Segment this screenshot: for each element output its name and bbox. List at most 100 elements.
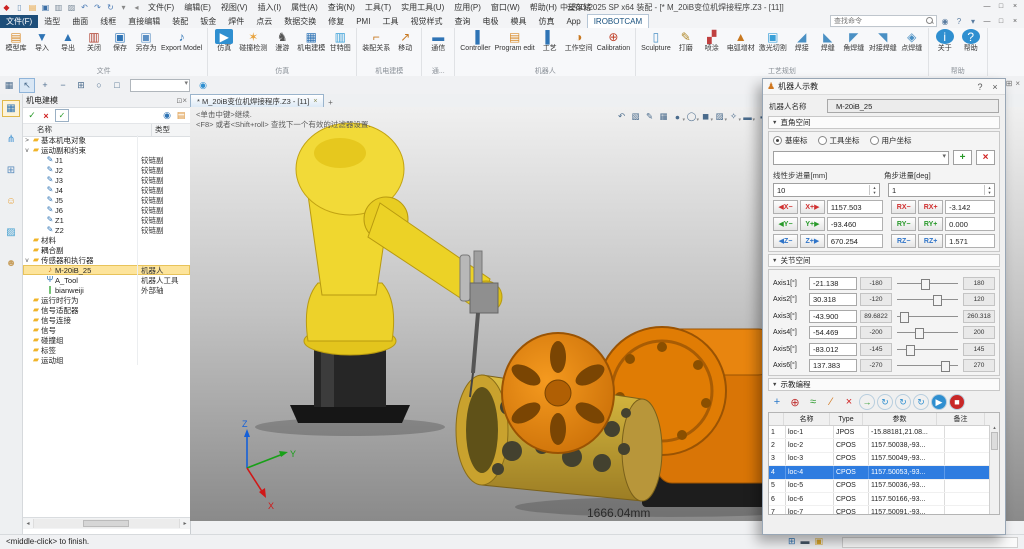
ribbon-tab[interactable]: 仿真 — [532, 15, 560, 28]
save-icon[interactable]: ▣ — [40, 2, 51, 13]
ribbon-button[interactable]: ◑ 工作空间 — [563, 29, 595, 53]
jog-minus-button[interactable]: ◀Y− — [773, 217, 798, 231]
rot-minus-button[interactable]: RZ− — [891, 234, 916, 248]
joint-value-field[interactable]: 30.318 — [809, 293, 857, 306]
tree-row[interactable]: ▰ 材料 — [23, 235, 190, 245]
ribbon-tab[interactable]: 查询 — [448, 15, 476, 28]
slider-thumb[interactable] — [915, 328, 924, 339]
ribbon-tab[interactable]: 点云 — [250, 15, 278, 28]
dock-panel-icon[interactable]: ⊞ — [1006, 79, 1013, 88]
wireframe-icon[interactable]: ◯ — [685, 111, 698, 123]
cartesian-value-field[interactable]: 1157.503 — [827, 200, 884, 214]
ribbon-button[interactable]: ▼ 导入 — [29, 29, 55, 53]
slider-thumb[interactable] — [921, 279, 930, 290]
tree-row[interactable]: ▰ 信号 — [23, 325, 190, 335]
ribbon-button[interactable]: ▲ 导出 — [55, 29, 81, 53]
ribbon-button[interactable]: ▦ 机电建模 — [295, 29, 327, 53]
menu-item[interactable]: 帮助(H) — [525, 2, 562, 13]
undo-view-icon[interactable]: ↶ — [615, 111, 628, 123]
tree-row[interactable]: ∥ bianweiji 外部轴 — [23, 285, 190, 295]
doc-restore-button[interactable]: □ — [994, 16, 1008, 27]
cartesian-value-field[interactable]: -93.460 — [827, 217, 884, 231]
table-row[interactable]: 1 loc-1 JPOS -15.88181,21.08... — [769, 426, 999, 439]
ribbon-button[interactable]: ♞ 漫游 — [269, 29, 295, 53]
tree-row[interactable]: Ψ A_Tool 机器人工具 — [23, 275, 190, 285]
confirm-icon[interactable]: ✓ — [25, 109, 39, 122]
doc-minimize-button[interactable]: — — [980, 16, 994, 27]
joint-value-field[interactable]: -21.138 — [809, 277, 857, 290]
cube-view-icon[interactable]: ◼ — [699, 111, 712, 123]
horizontal-scrollbar[interactable]: ◂ ▸ — [23, 517, 190, 529]
play-icon[interactable]: ▶ — [931, 394, 947, 410]
ribbon-button[interactable]: ◈ 点焊缝 — [899, 29, 925, 53]
coord-frame-combo[interactable] — [773, 151, 949, 165]
ribbon-button[interactable]: ▐ Controller — [458, 29, 492, 53]
menu-item[interactable]: 编辑(E) — [179, 2, 216, 13]
filter-combo[interactable] — [130, 79, 190, 92]
slider-thumb[interactable] — [933, 295, 942, 306]
restore-button[interactable]: □ — [994, 1, 1008, 12]
customize-dropdown-icon[interactable]: ▾ — [118, 2, 129, 13]
ribbon-button[interactable]: ◢ 焊接 — [789, 29, 815, 53]
tree-row[interactable]: ✎ J3 铰链副 — [23, 175, 190, 185]
ribbon-button[interactable]: ▯ Sculpture — [639, 29, 673, 53]
cartesian-value-field[interactable]: 670.254 — [827, 234, 884, 248]
jog-plus-button[interactable]: X+▶ — [800, 200, 825, 214]
section-teach-program[interactable]: ▼ 示教编程 — [768, 378, 1000, 391]
ribbon-tab[interactable]: 文件(F) — [0, 15, 38, 28]
table-row[interactable]: 7 loc-7 CPOS 1157.50091,-93... — [769, 506, 999, 515]
tree-row[interactable]: ♪ M-20iB_25 机器人 — [23, 265, 190, 275]
ribbon-tab[interactable]: 线框 — [94, 15, 122, 28]
ribbon-button[interactable]: ▞ 喷涂 — [699, 29, 725, 53]
texture-icon[interactable]: ▨ — [713, 111, 726, 123]
panel-close-icon[interactable]: × — [989, 82, 1001, 92]
add-entity-icon[interactable]: ⊞ — [73, 78, 89, 93]
minimize-button[interactable]: — — [980, 1, 994, 12]
rot-minus-button[interactable]: RY− — [891, 217, 916, 231]
delete-frame-button[interactable]: × — [976, 150, 995, 165]
app-logo-icon[interactable]: ◆ — [1, 2, 12, 13]
ribbon-tab[interactable]: App — [560, 15, 586, 28]
delete-point-icon[interactable]: × — [841, 395, 857, 410]
tree-row[interactable]: ✎ Z2 铰链副 — [23, 225, 190, 235]
cancel-icon[interactable]: × — [39, 109, 53, 122]
table-row[interactable]: 3 loc-3 CPOS 1157.50049,-93... — [769, 453, 999, 466]
table-row[interactable]: 5 loc-5 CPOS 1157.50036,-93... — [769, 480, 999, 493]
ribbon-button[interactable]: ✎ 打磨 — [673, 29, 699, 53]
compass-icon[interactable]: ✧ — [727, 111, 740, 123]
ribbon-button[interactable]: ◤ 角焊缝 — [841, 29, 867, 53]
ribbon-button[interactable]: ▬ 通信 — [425, 29, 451, 53]
ribbon-button[interactable]: ▥ 关闭 — [81, 29, 107, 53]
tree-row[interactable]: ▰ 运行时行为 — [23, 295, 190, 305]
globe-icon[interactable]: ◉ — [195, 78, 211, 93]
menu-item[interactable]: 属性(A) — [286, 2, 323, 13]
joint-value-field[interactable]: -83.012 — [809, 343, 857, 356]
layout-window-icon[interactable]: ⊞ — [788, 536, 796, 547]
open-icon[interactable]: ▤ — [27, 2, 38, 13]
panel-close-icon[interactable]: × — [182, 96, 187, 105]
ribbon-button[interactable]: ▌ 工艺 — [537, 29, 563, 53]
visual-manager-icon[interactable]: ▨ — [2, 224, 20, 241]
ribbon-button[interactable]: ▣ 激光切割 — [757, 29, 789, 53]
rot-minus-button[interactable]: RX− — [891, 200, 916, 214]
new-file-icon[interactable]: ▯ — [14, 2, 25, 13]
menu-item[interactable]: 视图(V) — [216, 2, 253, 13]
table-scrollbar[interactable]: ▴ — [989, 425, 999, 514]
coord-radio[interactable]: 工具坐标 — [818, 135, 860, 146]
scroll-thumb[interactable] — [83, 520, 129, 527]
shade-sphere-icon[interactable]: ● — [671, 111, 684, 123]
tree-row[interactable]: ▰ 碰撞组 — [23, 335, 190, 345]
ribbon-button[interactable]: ◣ 焊缝 — [815, 29, 841, 53]
expand-toggle[interactable]: > — [23, 137, 31, 144]
face-browser-icon[interactable]: ☺ — [2, 193, 20, 210]
doc-info-icon[interactable]: ▤ — [174, 109, 188, 122]
monitor-icon[interactable]: ▬ — [741, 111, 754, 123]
ribbon-button[interactable]: ♪ Export Model — [159, 29, 204, 53]
ribbon-tab[interactable]: 装配 — [166, 15, 194, 28]
menu-item[interactable]: 应用(P) — [449, 2, 486, 13]
menu-item[interactable]: 插入(I) — [253, 2, 287, 13]
tree-row[interactable]: ▰ 标签 — [23, 345, 190, 355]
ribbon-tab[interactable]: 钣金 — [194, 15, 222, 28]
mute-icon[interactable]: ◂ — [131, 2, 142, 13]
menu-item[interactable]: 查询(N) — [323, 2, 360, 13]
